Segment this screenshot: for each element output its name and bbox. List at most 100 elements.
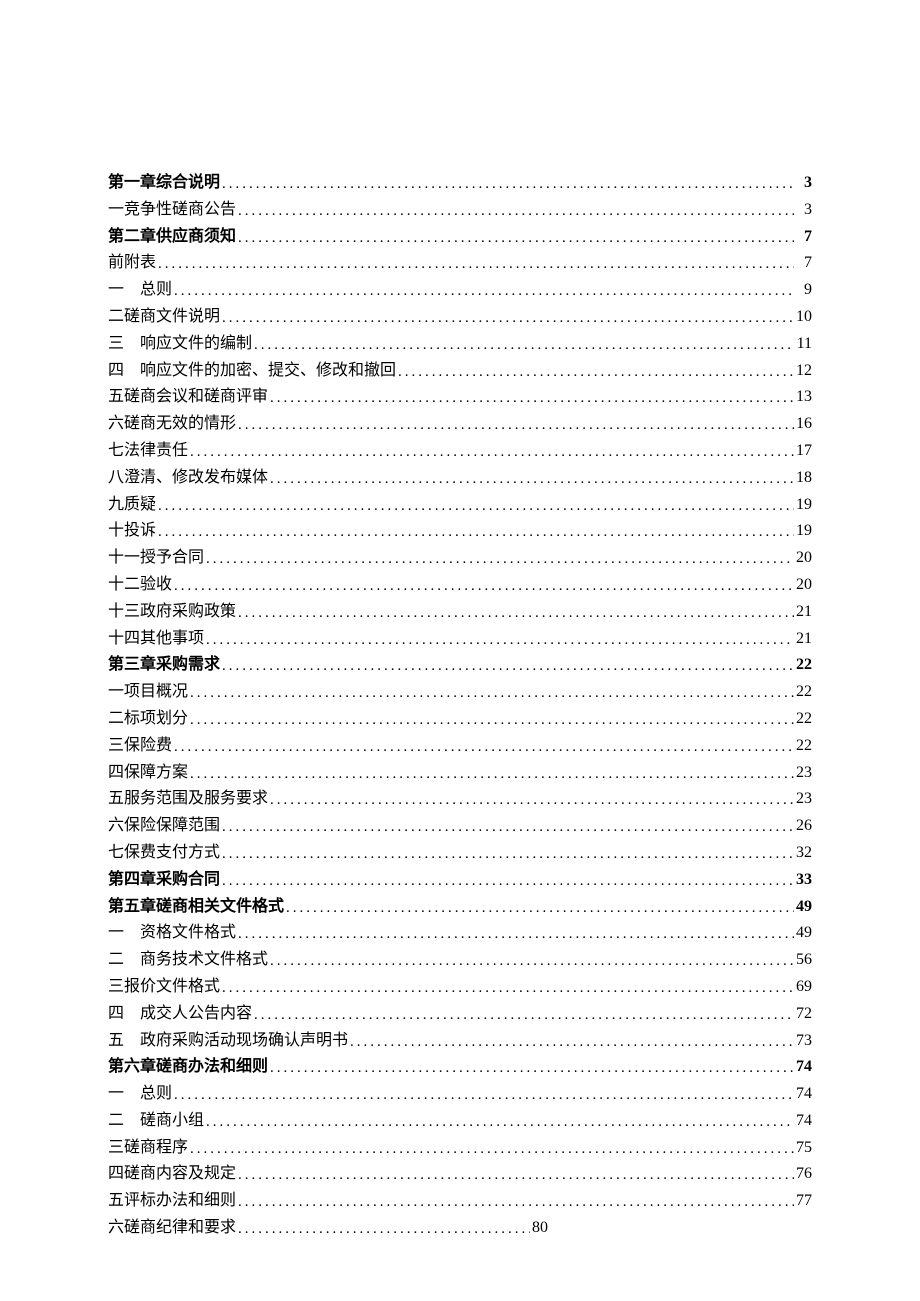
toc-page-number: 3: [794, 175, 812, 191]
toc-label: 九质疑: [108, 497, 156, 513]
toc-leader-dots: [220, 311, 794, 326]
toc-row: 六磋商纪律和要求 80: [108, 1220, 812, 1237]
toc-leader-dots: [220, 847, 794, 862]
page: 第一章综合说明3一竞争性磋商公告3第二章供应商须知7前附表7一 总则9二磋商文件…: [0, 0, 920, 1301]
toc-page-number: 22: [794, 684, 812, 700]
toc-leader-dots: [220, 659, 794, 674]
toc-row: 一竞争性磋商公告3: [108, 202, 812, 219]
toc-leader-dots: [188, 445, 794, 460]
toc-page-number: 20: [794, 550, 812, 566]
toc-label: 七保费支付方式: [108, 845, 220, 861]
toc-page-number: 12: [794, 363, 812, 379]
toc-label: 一 总则: [108, 282, 172, 298]
toc-page-number: 19: [794, 523, 812, 539]
toc-row: 四 成交人公告内容72: [108, 1006, 812, 1023]
toc-label: 七法律责任: [108, 443, 188, 459]
toc-leader-dots: [220, 981, 794, 996]
toc-page-number: 49: [794, 899, 812, 915]
toc-leader-dots: [236, 1222, 530, 1237]
toc-leader-dots: [236, 231, 794, 246]
toc-label: 第一章综合说明: [108, 175, 220, 191]
toc-row: 第一章综合说明 3: [108, 175, 812, 192]
toc-label: 二 商务技术文件格式: [108, 952, 268, 968]
toc-row: 五服务范围及服务要求23: [108, 791, 812, 808]
toc-leader-dots: [220, 874, 794, 889]
toc-leader-dots: [252, 1008, 794, 1023]
toc-row: 四磋商内容及规定76: [108, 1166, 812, 1183]
toc-label: 二标项划分: [108, 711, 188, 727]
toc-row: 七保费支付方式32: [108, 845, 812, 862]
toc-row: 十投诉 19: [108, 523, 812, 540]
toc-label: 十二验收: [108, 577, 172, 593]
toc-leader-dots: [268, 954, 794, 969]
toc-leader-dots: [348, 1035, 794, 1050]
toc-row: 前附表7: [108, 255, 812, 272]
toc-row: 五 政府采购活动现场确认声明书73: [108, 1033, 812, 1050]
toc-row: 三磋商程序75: [108, 1140, 812, 1157]
toc-label: 五磋商会议和磋商评审: [108, 389, 268, 405]
toc-page-number: 16: [794, 416, 812, 432]
toc-leader-dots: [188, 1142, 794, 1157]
toc-row: 二 商务技术文件格式 56: [108, 952, 812, 969]
toc-label: 一项目概况: [108, 684, 188, 700]
toc-row: 十四其他事项 21: [108, 631, 812, 648]
toc-label: 十四其他事项: [108, 631, 204, 647]
toc-leader-dots: [236, 606, 794, 621]
toc-page-number: 80: [530, 1220, 548, 1236]
toc-leader-dots: [156, 499, 794, 514]
toc-row: 六磋商无效的情形 16: [108, 416, 812, 433]
toc-row: 七法律责任 17: [108, 443, 812, 460]
toc-leader-dots: [236, 1168, 794, 1183]
toc-page-number: 23: [794, 765, 812, 781]
toc-page-number: 3: [794, 202, 812, 218]
toc-page-number: 17: [794, 443, 812, 459]
toc-leader-dots: [204, 633, 794, 648]
toc-label: 第三章采购需求: [108, 657, 220, 673]
toc-page-number: 22: [794, 657, 812, 673]
toc-label: 三保险费: [108, 738, 172, 754]
toc-page-number: 21: [794, 631, 812, 647]
toc-label: 六磋商纪律和要求: [108, 1220, 236, 1236]
toc-label: 八澄清、修改发布媒体: [108, 470, 268, 486]
toc-page-number: 11: [794, 336, 812, 352]
toc-row: 二 磋商小组 74: [108, 1113, 812, 1130]
toc-label: 二 磋商小组: [108, 1113, 204, 1129]
toc-row: 四保障方案23: [108, 765, 812, 782]
toc-label: 六磋商无效的情形: [108, 416, 236, 432]
toc-leader-dots: [188, 713, 794, 728]
toc-label: 第五章磋商相关文件格式: [108, 899, 284, 915]
toc-leader-dots: [220, 820, 794, 835]
toc-page-number: 7: [794, 255, 812, 271]
toc-page-number: 9: [794, 282, 812, 298]
toc-leader-dots: [188, 686, 794, 701]
toc-label: 十一授予合同: [108, 550, 204, 566]
toc-row: 五评标办法和细则77: [108, 1193, 812, 1210]
toc-page-number: 74: [794, 1113, 812, 1129]
toc-page-number: 22: [794, 738, 812, 754]
toc-page-number: 72: [794, 1006, 812, 1022]
toc-page-number: 49: [794, 925, 812, 941]
toc-label: 十投诉: [108, 523, 156, 539]
toc-row: 五磋商会议和磋商评审 13: [108, 389, 812, 406]
toc-page-number: 20: [794, 577, 812, 593]
toc-page-number: 73: [794, 1033, 812, 1049]
toc-leader-dots: [172, 284, 794, 299]
toc-leader-dots: [236, 204, 794, 219]
toc-label: 三报价文件格式: [108, 979, 220, 995]
toc-row: 六保险保障范围26: [108, 818, 812, 835]
toc-label: 一 资格文件格式: [108, 925, 236, 941]
toc-page-number: 56: [794, 952, 812, 968]
toc-row: 一 总则74: [108, 1086, 812, 1103]
toc-leader-dots: [204, 1115, 794, 1130]
toc-page-number: 13: [794, 389, 812, 405]
toc-leader-dots: [396, 365, 794, 380]
toc-leader-dots: [204, 552, 794, 567]
toc-leader-dots: [268, 391, 794, 406]
toc-page-number: 21: [794, 604, 812, 620]
toc-leader-dots: [172, 740, 794, 755]
toc-row: 第二章供应商须知7: [108, 229, 812, 246]
toc-leader-dots: [172, 1088, 794, 1103]
toc-leader-dots: [268, 1061, 794, 1076]
toc-row: 一项目概况 22: [108, 684, 812, 701]
toc-label: 三 响应文件的编制: [108, 336, 252, 352]
